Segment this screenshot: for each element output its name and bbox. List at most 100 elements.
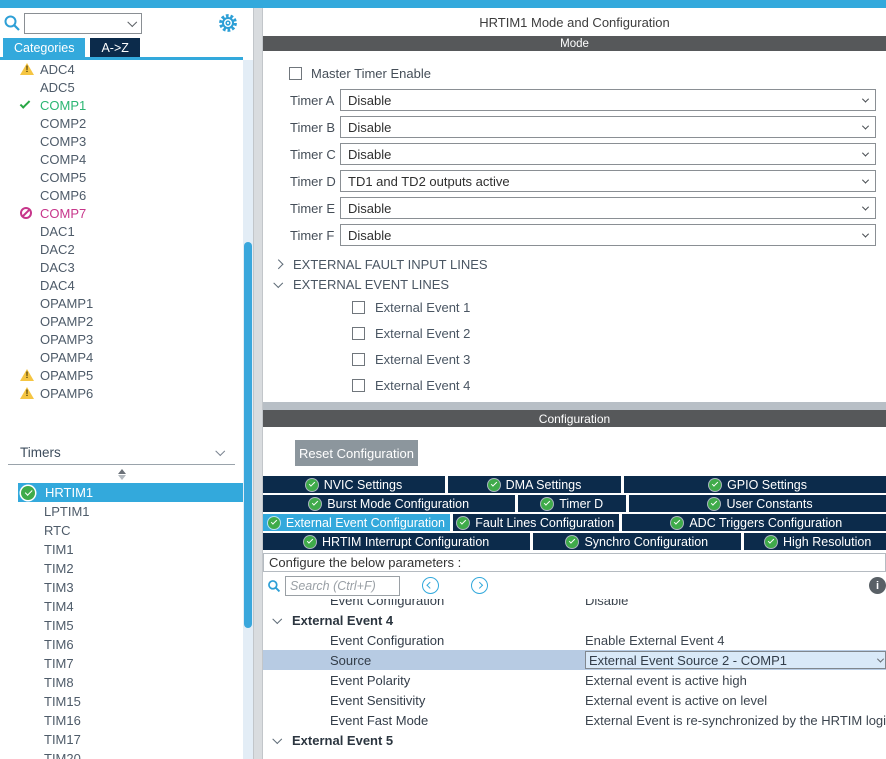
param-row[interactable]: Event Sensitivity External event is activ… xyxy=(263,690,886,710)
param-group-row[interactable]: External Event 5 xyxy=(263,730,886,750)
peripheral-item[interactable]: COMP2 xyxy=(0,114,243,132)
timers-section-header[interactable]: Timers xyxy=(8,442,235,462)
external-event-checkbox[interactable] xyxy=(352,300,365,314)
config-tab-hrtim-interrupt-configuration[interactable]: HRTIM Interrupt Configuration xyxy=(263,533,531,550)
timer-mode-select[interactable]: TD1 and TD2 outputs active xyxy=(340,170,876,192)
timer-item[interactable]: TIM1 xyxy=(0,540,243,559)
timer-mode-select[interactable]: Disable xyxy=(340,89,876,111)
peripheral-label: OPAMP2 xyxy=(40,313,94,329)
peripheral-item[interactable]: ! OPAMP6 xyxy=(0,384,243,402)
timer-item[interactable]: HRTIM1 xyxy=(18,483,243,502)
main-layout: Categories A->Z ! ADC4 ADC5 COMP1 COMP2 COMP3… xyxy=(0,8,886,759)
timer-mode-select[interactable]: Disable xyxy=(340,143,876,165)
param-row[interactable]: Event Configuration Disable xyxy=(263,599,886,610)
tree-toggle[interactable]: EXTERNAL EVENT LINES xyxy=(263,274,886,294)
peripheral-item[interactable]: ! OPAMP5 xyxy=(0,366,243,384)
peripheral-item[interactable]: COMP6 xyxy=(0,186,243,204)
peripheral-item[interactable]: OPAMP4 xyxy=(0,348,243,366)
tick xyxy=(312,499,319,506)
timer-item[interactable]: TIM2 xyxy=(0,559,243,578)
config-tab-burst-mode-configuration[interactable]: Burst Mode Configuration xyxy=(263,495,516,512)
params-search-input[interactable] xyxy=(285,575,400,596)
params-caption: Configure the below parameters : xyxy=(263,553,886,572)
page-title: HRTIM1 Mode and Configuration xyxy=(479,14,670,30)
sidebar-search-select[interactable] xyxy=(24,12,142,34)
timer-item[interactable]: TIM15 xyxy=(0,692,243,711)
config-tab-gpio-settings[interactable]: GPIO Settings xyxy=(624,476,886,493)
warning-icon: ! xyxy=(20,387,34,399)
timer-mode-select[interactable]: Disable xyxy=(340,197,876,219)
info-icon[interactable]: i xyxy=(869,577,886,594)
timer-mode-select[interactable]: Disable xyxy=(340,224,876,246)
peripheral-item[interactable]: COMP4 xyxy=(0,150,243,168)
timer-item[interactable]: TIM4 xyxy=(0,597,243,616)
check-circle-icon xyxy=(309,497,322,510)
timer-item[interactable]: TIM5 xyxy=(0,616,243,635)
external-event-checkbox[interactable] xyxy=(352,352,365,366)
peripheral-item[interactable]: ! ADC4 xyxy=(0,60,243,78)
config-tab-user-constants[interactable]: User Constants xyxy=(629,495,886,512)
config-tab-external-event-configuration[interactable]: External Event Configuration xyxy=(263,514,450,531)
timer-item[interactable]: LPTIM1 xyxy=(0,502,243,521)
tab-label: ADC Triggers Configuration xyxy=(689,515,843,530)
panel-splitter[interactable] xyxy=(253,8,263,759)
peripheral-item[interactable]: COMP5 xyxy=(0,168,243,186)
param-row[interactable]: Event Fast Mode External Event is re-sync… xyxy=(263,710,886,730)
peripheral-item[interactable]: DAC3 xyxy=(0,258,243,276)
tab-label: Synchro Configuration xyxy=(584,534,709,549)
config-tab-nvic-settings[interactable]: NVIC Settings xyxy=(263,476,445,493)
external-event-checkbox[interactable] xyxy=(352,326,365,340)
peripheral-item[interactable]: COMP7 xyxy=(0,204,243,222)
param-value: External Event Source 2 - COMP1 xyxy=(589,652,787,668)
config-tab-adc-triggers-configuration[interactable]: ADC Triggers Configuration xyxy=(621,514,886,531)
settings-gear-icon[interactable] xyxy=(218,13,238,33)
peripheral-item[interactable]: DAC4 xyxy=(0,276,243,294)
param-row[interactable]: Source External Event Source 2 - COMP1 xyxy=(263,650,886,670)
timer-item[interactable]: TIM8 xyxy=(0,673,243,692)
source-combo[interactable]: External Event Source 2 - COMP1 xyxy=(585,651,886,669)
peripheral-item[interactable]: COMP1 xyxy=(0,96,243,114)
peripheral-label: OPAMP3 xyxy=(40,331,94,347)
peripheral-item[interactable]: OPAMP1 xyxy=(0,294,243,312)
param-label: Source xyxy=(330,652,372,668)
param-group-row[interactable]: External Event 4 xyxy=(263,610,886,630)
timer-item[interactable]: TIM20 xyxy=(0,749,243,759)
timer-mode-select[interactable]: Disable xyxy=(340,116,876,138)
tab-categories[interactable]: Categories xyxy=(3,38,86,57)
sidebar-scrollbar[interactable] xyxy=(243,60,253,759)
check-circle-icon xyxy=(671,516,684,529)
timer-mode-row: Timer D TD1 and TD2 outputs active xyxy=(263,170,886,192)
timer-item[interactable]: TIM17 xyxy=(0,730,243,749)
master-timer-checkbox[interactable] xyxy=(289,66,302,80)
timer-item[interactable]: TIM3 xyxy=(0,578,243,597)
mode-horizontal-scrollbar[interactable] xyxy=(263,402,886,410)
config-tab-timer-d[interactable]: Timer D xyxy=(518,495,627,512)
config-tab-synchro-configuration[interactable]: Synchro Configuration xyxy=(533,533,742,550)
timer-item[interactable]: TIM7 xyxy=(0,654,243,673)
config-tab-fault-lines-configuration[interactable]: Fault Lines Configuration xyxy=(452,514,619,531)
timer-item[interactable]: TIM6 xyxy=(0,635,243,654)
search-next-button[interactable] xyxy=(471,577,488,594)
peripheral-item[interactable]: ADC5 xyxy=(0,78,243,96)
timer-item[interactable]: RTC xyxy=(0,521,243,540)
search-prev-button[interactable] xyxy=(422,577,439,594)
list-scroll-up-button[interactable] xyxy=(0,465,243,483)
check-circle-icon xyxy=(566,535,579,548)
param-row[interactable]: Event Polarity External event is active h… xyxy=(263,670,886,690)
icon-slot: ! xyxy=(20,387,40,399)
peripheral-item[interactable]: DAC2 xyxy=(0,240,243,258)
config-tab-high-resolution[interactable]: High Resolution xyxy=(744,533,886,550)
external-event-checkbox[interactable] xyxy=(352,378,365,392)
timer-item[interactable]: TIM16 xyxy=(0,711,243,730)
reset-configuration-button[interactable]: Reset Configuration xyxy=(295,440,418,466)
param-row[interactable]: Event Configuration Enable External Event… xyxy=(263,630,886,650)
tab-a-z[interactable]: A->Z xyxy=(90,38,140,57)
tree-toggle[interactable]: EXTERNAL FAULT INPUT LINES xyxy=(263,254,886,274)
peripheral-item[interactable]: DAC1 xyxy=(0,222,243,240)
peripheral-item[interactable]: OPAMP2 xyxy=(0,312,243,330)
icon-slot: ! xyxy=(20,63,40,75)
sidebar-scrollbar-thumb[interactable] xyxy=(244,242,252,628)
config-tab-dma-settings[interactable]: DMA Settings xyxy=(447,476,622,493)
peripheral-item[interactable]: COMP3 xyxy=(0,132,243,150)
peripheral-item[interactable]: OPAMP3 xyxy=(0,330,243,348)
